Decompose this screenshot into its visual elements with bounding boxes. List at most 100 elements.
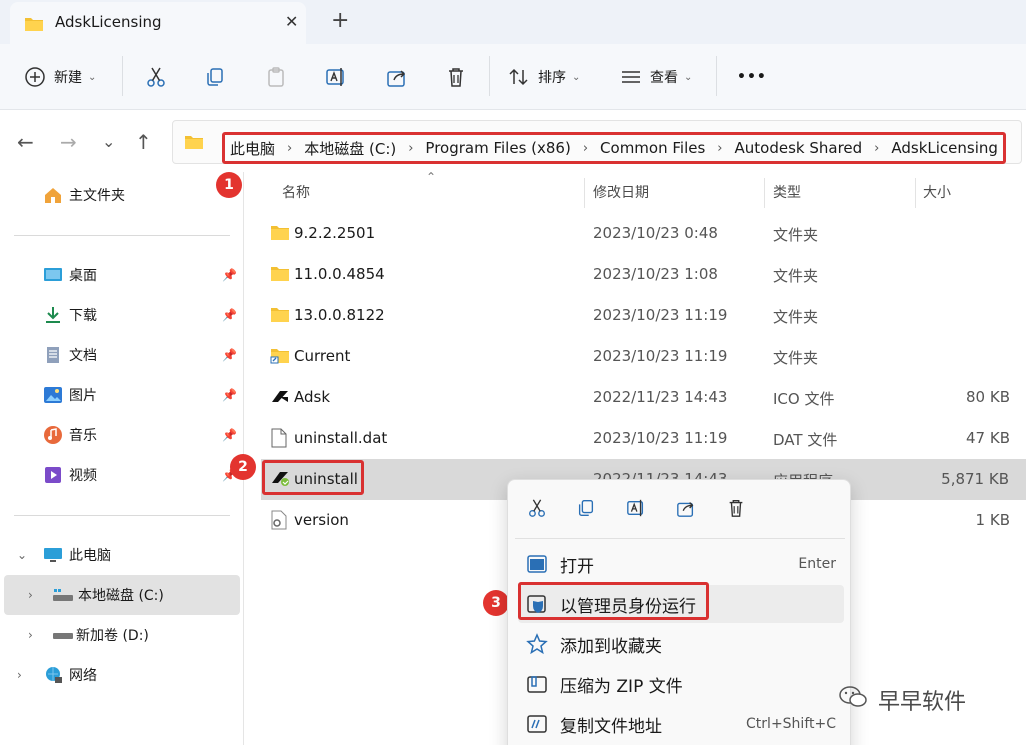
sidebar-item-label: 下载 [69, 308, 97, 324]
file-type: DAT 文件 [773, 431, 838, 449]
sidebar-item-label: 视频 [69, 468, 97, 484]
new-label: 新建 [54, 70, 82, 86]
new-button[interactable]: 新建 ⌄ [24, 44, 96, 110]
sidebar-item-desktop[interactable]: 桌面 📌 [0, 255, 243, 295]
column-header-name[interactable]: 名称 [282, 172, 310, 212]
column-header-date[interactable]: 修改日期 [593, 172, 649, 212]
up-arrow-icon[interactable]: ↑ [135, 130, 152, 154]
sidebar-item-label: 图片 [69, 388, 97, 404]
sidebar-item-downloads[interactable]: 下载 📌 [0, 295, 243, 335]
menu-item-compress-zip[interactable]: 压缩为 ZIP 文件 [518, 665, 844, 703]
breadcrumb-common-files[interactable]: Common Files [600, 139, 705, 157]
pin-icon[interactable]: 📌 [222, 428, 237, 442]
pin-icon[interactable]: 📌 [222, 348, 237, 362]
chevron-right-icon[interactable]: › [28, 628, 33, 642]
chevron-right-icon[interactable]: › [28, 588, 33, 602]
pin-icon[interactable]: 📌 [222, 308, 237, 322]
file-row[interactable]: Current 2023/10/23 11:19 文件夹 [257, 336, 1026, 377]
view-button[interactable]: 查看 ⌄ [620, 44, 692, 110]
star-icon [526, 633, 548, 655]
sidebar-item-home[interactable]: 主文件夹 [0, 175, 243, 215]
chevron-down-icon[interactable]: ⌄ [17, 548, 27, 562]
breadcrumb-this-pc[interactable]: 此电脑 [230, 138, 275, 159]
sidebar-item-pictures[interactable]: 图片 📌 [0, 375, 243, 415]
breadcrumb-autodesk-shared[interactable]: Autodesk Shared [735, 139, 863, 157]
menu-divider [515, 538, 845, 539]
menu-item-open[interactable]: 打开 Enter [518, 545, 844, 583]
breadcrumb-program-files[interactable]: Program Files (x86) [425, 139, 570, 157]
column-divider[interactable] [764, 178, 765, 208]
watermark-text: 早早软件 [878, 690, 967, 715]
breadcrumb-separator[interactable]: › [583, 141, 588, 156]
close-tab-icon[interactable]: ✕ [285, 12, 298, 31]
sidebar-item-label: 新加卷 (D:) [76, 628, 149, 644]
breadcrumb-separator[interactable]: › [717, 141, 722, 156]
view-label: 查看 [650, 70, 678, 86]
menu-item-copy-path[interactable]: 复制文件地址 Ctrl+Shift+C [518, 705, 844, 743]
share-button[interactable] [386, 44, 408, 110]
menu-item-add-favorites[interactable]: 添加到收藏夹 [518, 625, 844, 663]
trash-icon[interactable] [726, 498, 746, 522]
pin-icon[interactable]: 📌 [222, 388, 237, 402]
file-row[interactable]: 11.0.0.4854 2023/10/23 1:08 文件夹 [257, 254, 1026, 295]
copy-icon[interactable] [576, 498, 596, 522]
more-options-button[interactable]: ••• [737, 44, 767, 110]
file-type: 文件夹 [773, 308, 819, 326]
new-tab-button[interactable]: + [331, 8, 349, 33]
copy-path-icon [526, 713, 548, 735]
cut-button[interactable] [145, 44, 167, 110]
rename-button[interactable] [325, 44, 347, 110]
paste-icon [265, 66, 287, 88]
sidebar-item-documents[interactable]: 文档 📌 [0, 335, 243, 375]
breadcrumb-separator[interactable]: › [408, 141, 413, 156]
cut-icon[interactable] [527, 498, 547, 522]
column-header-size[interactable]: 大小 [923, 172, 951, 212]
folder-icon [270, 264, 290, 284]
breadcrumb-separator[interactable]: › [874, 141, 879, 156]
file-row[interactable]: uninstall.dat 2023/10/23 11:19 DAT 文件 47… [257, 418, 1026, 459]
chevron-right-icon[interactable]: › [17, 668, 22, 682]
sidebar-item-drive-d[interactable]: › 新加卷 (D:) [0, 615, 243, 655]
navigation-bar: ← → ⌄ ↑ 此电脑 › 本地磁盘 (C:) › Program Files … [0, 110, 1026, 172]
toolbar-divider [489, 56, 490, 96]
folder-icon [270, 305, 290, 325]
tab-adsklicensing[interactable]: AdskLicensing ✕ [10, 2, 306, 44]
file-row[interactable]: 13.0.0.8122 2023/10/23 11:19 文件夹 [257, 295, 1026, 336]
breadcrumb-separator[interactable]: › [287, 141, 292, 156]
sidebar-item-network[interactable]: › 网络 [0, 655, 243, 695]
file-icon [270, 428, 290, 448]
copy-button[interactable] [204, 44, 226, 110]
drive-icon [52, 625, 73, 645]
sidebar-item-videos[interactable]: 视频 📌 [0, 455, 243, 495]
music-icon [43, 425, 63, 445]
address-bar[interactable]: 此电脑 › 本地磁盘 (C:) › Program Files (x86) › … [172, 120, 1022, 164]
sidebar-item-this-pc[interactable]: ⌄ 此电脑 [0, 535, 243, 575]
breadcrumb-drive-c[interactable]: 本地磁盘 (C:) [304, 138, 396, 159]
file-date: 2023/10/23 11:19 [593, 347, 728, 365]
autodesk-logo-icon [270, 387, 290, 407]
back-arrow-icon[interactable]: ← [17, 130, 34, 154]
forward-arrow-icon[interactable]: → [60, 130, 77, 154]
recent-chevron-icon[interactable]: ⌄ [102, 132, 115, 151]
delete-button[interactable] [445, 44, 467, 110]
sidebar-item-music[interactable]: 音乐 📌 [0, 415, 243, 455]
view-list-icon [620, 66, 642, 88]
file-name: uninstall.dat [294, 429, 388, 447]
sidebar-item-drive-c[interactable]: › 本地磁盘 (C:) [4, 575, 240, 615]
sort-icon [508, 66, 530, 88]
breadcrumb-adsklicensing[interactable]: AdskLicensing [891, 139, 998, 157]
menu-item-label: 添加到收藏夹 [560, 636, 662, 657]
file-type: 文件夹 [773, 267, 819, 285]
file-row[interactable]: 9.2.2.2501 2023/10/23 0:48 文件夹 [257, 213, 1026, 254]
column-divider[interactable] [584, 178, 585, 208]
file-row[interactable]: Adsk 2022/11/23 14:43 ICO 文件 80 KB [257, 377, 1026, 418]
column-header-type[interactable]: 类型 [773, 172, 801, 212]
column-divider[interactable] [915, 178, 916, 208]
sort-button[interactable]: 排序 ⌄ [508, 44, 580, 110]
pin-icon[interactable]: 📌 [222, 268, 237, 282]
folder-icon [270, 223, 290, 243]
share-icon[interactable] [676, 498, 696, 522]
chevron-down-icon: ⌄ [88, 71, 97, 83]
rename-icon[interactable] [626, 498, 646, 522]
paste-button[interactable] [265, 44, 287, 110]
